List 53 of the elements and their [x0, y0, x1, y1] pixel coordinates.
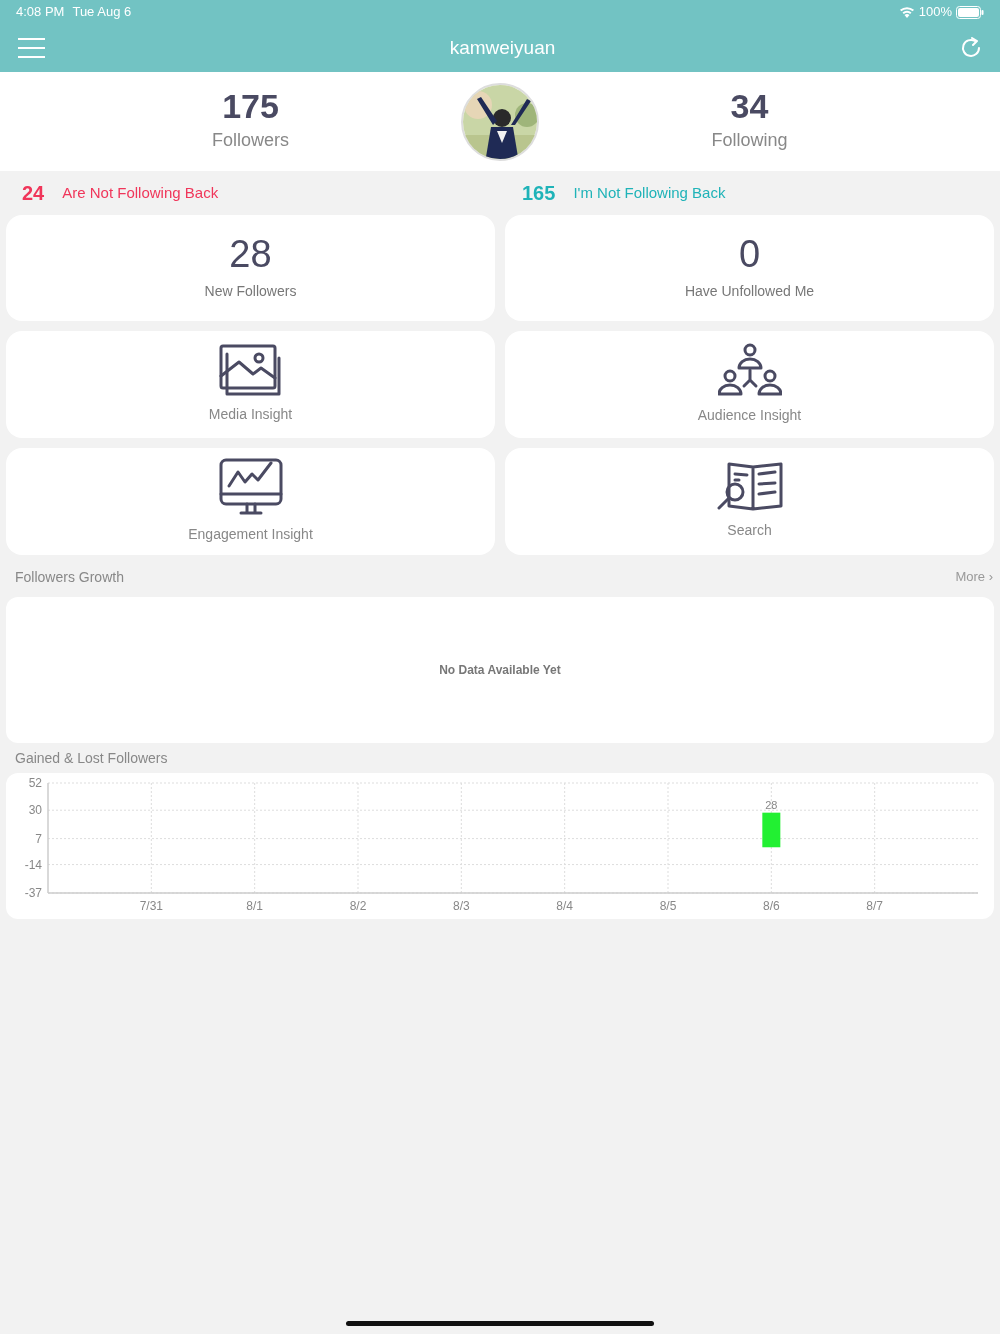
- count: 165: [522, 181, 556, 206]
- wifi-icon: [898, 6, 915, 18]
- status-time: 4:08 PM: [16, 3, 65, 22]
- people-network-icon: [717, 343, 782, 397]
- axis-label: 8/4: [556, 899, 573, 913]
- list-link[interactable]: I'm Not Following Back: [573, 181, 726, 205]
- stat-label: New Followers: [204, 281, 297, 301]
- insight-label: Audience Insight: [697, 406, 802, 425]
- stat-label: Have Unfollowed Me: [684, 281, 815, 301]
- axis-label: 7: [35, 831, 42, 846]
- axis-label: 8/3: [453, 899, 470, 913]
- battery-percent: 100%: [918, 3, 952, 22]
- axis-label: 8/6: [763, 899, 780, 913]
- stat-count: 28: [229, 234, 272, 273]
- stat-card[interactable]: 0 Have Unfollowed Me: [505, 215, 994, 321]
- section-title: Followers Growth: [15, 567, 124, 587]
- bar: [762, 812, 781, 848]
- status-date: Tue Aug 6: [72, 3, 132, 22]
- followers-label: Followers: [212, 129, 289, 152]
- axis-label: -37: [24, 886, 42, 900]
- menu-button[interactable]: [18, 38, 45, 58]
- insight-card[interactable]: Search: [505, 448, 994, 555]
- axis-label: 8/5: [659, 899, 677, 913]
- insight-card[interactable]: Audience Insight: [505, 331, 994, 438]
- insight-label: Media Insight: [208, 405, 293, 424]
- axis-label: 30: [28, 803, 42, 818]
- empty-message: No Data Available Yet: [439, 662, 561, 679]
- followers-count: 175: [222, 89, 279, 123]
- insight-card[interactable]: Media Insight: [6, 331, 495, 438]
- count: 24: [22, 181, 45, 206]
- list-link[interactable]: Are Not Following Back: [62, 181, 219, 205]
- more-link[interactable]: More ›: [955, 567, 993, 587]
- insight-label: Search: [727, 521, 772, 540]
- axis-label: 8/7: [866, 899, 883, 913]
- section-title: Gained & Lost Followers: [15, 748, 168, 768]
- images-icon: [218, 344, 283, 396]
- insight-card[interactable]: Engagement Insight: [6, 448, 495, 555]
- axis-label: -14: [24, 857, 42, 872]
- stat-card[interactable]: 28 New Followers: [6, 215, 495, 321]
- nav-title: kamweiyuan: [449, 36, 556, 58]
- axis-label: 8/2: [349, 899, 367, 913]
- axis-label: 52: [28, 776, 42, 790]
- monitor-chart-icon: [218, 458, 283, 516]
- axis-label: 7/31: [139, 899, 163, 913]
- insight-label: Engagement Insight: [188, 525, 313, 544]
- stat-count: 0: [738, 234, 761, 273]
- axis-label: 8/1: [246, 899, 263, 913]
- following-count: 34: [730, 89, 769, 123]
- refresh-button[interactable]: [960, 37, 982, 59]
- document-search-icon: [716, 462, 783, 512]
- following-label: Following: [711, 129, 788, 152]
- battery-icon: [956, 5, 984, 19]
- data-label: 28: [765, 798, 778, 811]
